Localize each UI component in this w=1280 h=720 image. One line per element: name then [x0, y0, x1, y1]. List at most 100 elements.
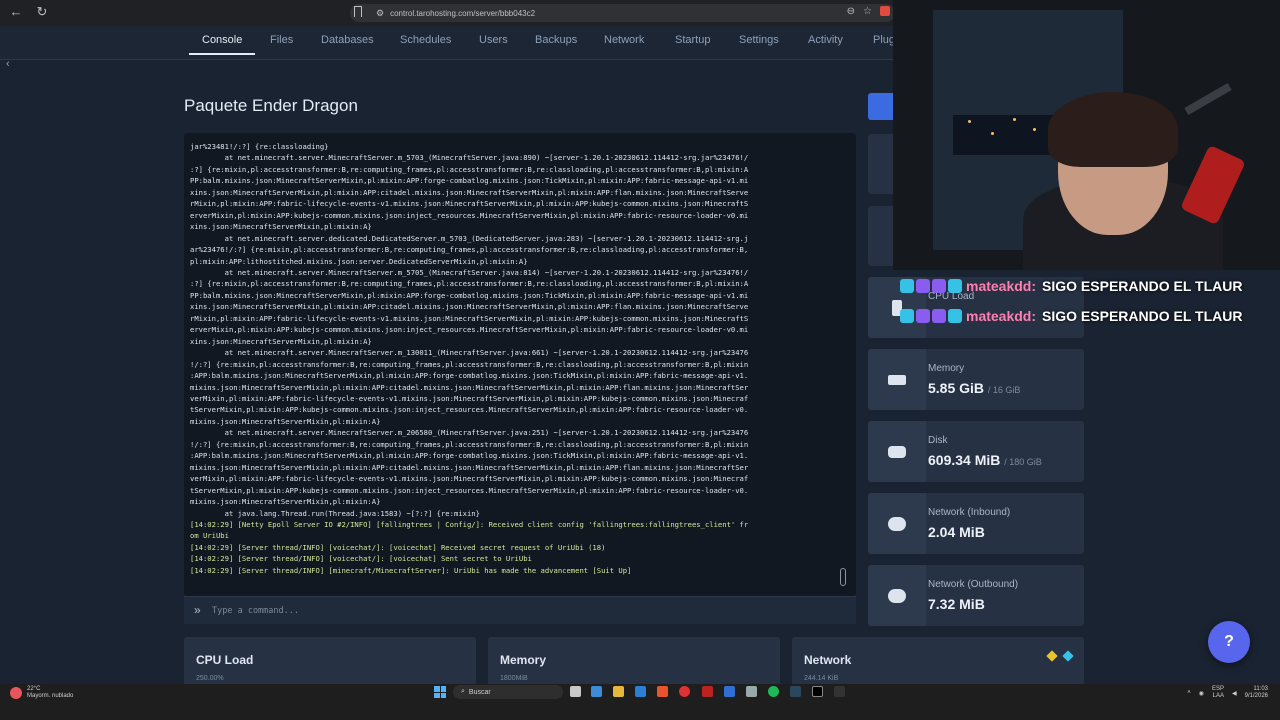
console-line: !/:?] {re:mixin,pl:accesstransformer:B,r… [190, 359, 749, 369]
console-line: tServerMixin,pl:mixin:APP:kubejs-common.… [190, 485, 749, 495]
console-line: ar%23476!/:?] {re:mixin,pl:accesstransfo… [190, 245, 749, 255]
console-output[interactable]: jar%23481!/:?] {re:classloading} at net.… [184, 133, 856, 596]
app-icon[interactable] [679, 686, 690, 697]
screen: ← ↻ ⚙ control.tarohosting.com/server/bbb… [0, 0, 1280, 720]
chat-badges [900, 279, 962, 293]
stat-value-text: 5.85 GiB [928, 380, 985, 396]
console-line: erverMixin,pl:mixin:APP:kubejs-common.mi… [190, 210, 749, 220]
help-button[interactable]: ? [1208, 621, 1250, 663]
app-icon[interactable] [746, 686, 757, 697]
stat-value: 609.34 MiB / 180 GiB [928, 452, 1042, 468]
steam-icon[interactable] [790, 686, 801, 697]
badge-icon [948, 279, 962, 293]
tab-network[interactable]: Network [604, 34, 644, 46]
site-info-icon[interactable]: ⚙ [376, 8, 384, 19]
arrow-left-icon[interactable]: ← [6, 4, 26, 19]
console-line: :APP:balm.mixins.json:MinecraftServerMix… [190, 451, 749, 461]
tab-files[interactable]: Files [270, 34, 293, 46]
console-line: [14:02:29] [Server thread/INFO] [voicech… [190, 554, 532, 564]
graph-axis-max: 1800MiB [500, 675, 528, 682]
spotify-icon[interactable] [768, 686, 779, 697]
graph-card-network: Network 244.14 KiB [792, 637, 1084, 687]
legend-outbound-icon [1062, 650, 1074, 662]
app-icon[interactable] [834, 686, 845, 697]
badge-icon [932, 279, 946, 293]
bookmark-icon[interactable] [354, 6, 362, 17]
stat-value-text: 609.34 MiB [928, 452, 1001, 468]
console-line: at net.minecraft.server.MinecraftServer.… [190, 153, 749, 163]
graph-title: CPU Load [196, 653, 254, 667]
console-line: [14:02:29] [Netty Epoll Server IO #2/INF… [190, 519, 749, 529]
tab-activity[interactable]: Activity [808, 34, 843, 46]
network-icon[interactable]: ◉ [1199, 690, 1204, 697]
tab-settings[interactable]: Settings [739, 34, 779, 46]
chat-message: mateakdd: SIGO ESPERANDO EL TLAUR [900, 306, 1242, 326]
console-line: om UriUbi [190, 531, 229, 541]
reload-icon[interactable]: ↻ [32, 4, 52, 20]
folder-icon[interactable] [613, 686, 624, 697]
console-line: pl:mixin:APP:lithostitched.mixins.json:s… [190, 256, 528, 266]
windows-start-icon[interactable] [434, 686, 446, 698]
brave-icon[interactable] [657, 686, 668, 697]
weather-text: 22°C Mayorm. nublado [27, 686, 73, 700]
zoom-icon[interactable]: ⊖ [847, 6, 855, 17]
stat-label: Disk [928, 435, 948, 446]
badge-icon [916, 309, 930, 323]
chevron-up-icon[interactable]: ˄ [1187, 690, 1191, 696]
lang-line-2: LAA [1212, 693, 1225, 699]
tab-plugins[interactable]: Plug [873, 34, 895, 46]
app-icon[interactable] [724, 686, 735, 697]
task-view-icon[interactable] [570, 686, 581, 697]
tab-backups[interactable]: Backups [535, 34, 577, 46]
clock[interactable]: 11:03 9/1/2026 [1245, 686, 1268, 700]
stat-label: Network (Outbound) [928, 579, 1019, 590]
console-line: mixins.json:MinecraftServerMixin,pl:mixi… [190, 416, 381, 426]
stat-card-network-outbound: Network (Outbound) 7.32 MiB [868, 565, 1084, 626]
console-line: xins.json:MinecraftServerMixin,pl:mixin:… [190, 302, 749, 312]
stat-max: / 16 GiB [987, 385, 1021, 395]
stat-value: 5.85 GiB / 16 GiB [928, 380, 1020, 396]
webcam-person-hair [1048, 92, 1178, 167]
microphone [1180, 144, 1246, 226]
tab-console[interactable]: Console [202, 34, 242, 46]
stat-max: / 180 GiB [1004, 457, 1042, 467]
disk-icon [868, 421, 926, 482]
url-text: control.tarohosting.com/server/bbb043c2 [390, 8, 536, 18]
graph-title: Network [804, 653, 852, 667]
console-line: PP:balm.mixins.json:MinecraftServerMixin… [190, 176, 749, 186]
edge-icon[interactable] [635, 686, 646, 697]
tab-users[interactable]: Users [479, 34, 508, 46]
input-language[interactable]: ESP LAA [1212, 686, 1224, 700]
lang-line-1: ESP [1212, 686, 1225, 692]
console-line: erverMixin,pl:mixin:APP:kubejs-common.mi… [190, 325, 749, 335]
city-light [1033, 128, 1036, 131]
mic-arm [1184, 83, 1232, 115]
tab-schedules[interactable]: Schedules [400, 34, 451, 46]
cloud-upload-icon [868, 565, 926, 626]
command-input[interactable] [212, 602, 832, 620]
app-icon[interactable] [702, 686, 713, 697]
stat-value: 2.04 MiB [928, 524, 985, 540]
console-line: at java.lang.Thread.run(Thread.java:1583… [190, 508, 480, 518]
console-line: tServerMixin,pl:mixin:APP:kubejs-common.… [190, 405, 749, 415]
address-bar[interactable]: ⚙ control.tarohosting.com/server/bbb043c… [350, 4, 895, 22]
stat-card-network-inbound: Network (Inbound) 2.04 MiB [868, 493, 1084, 554]
stat-label: Memory [928, 363, 965, 374]
tab-databases[interactable]: Databases [321, 34, 374, 46]
url-tools: ⊖ ☆ [847, 6, 890, 17]
extension-icon[interactable] [880, 6, 890, 16]
graph-legend [1046, 650, 1074, 662]
app-icon[interactable] [812, 686, 823, 697]
volume-icon[interactable]: ◀ [1232, 690, 1237, 697]
taskbar-search[interactable]: ⌕ Buscar [453, 685, 563, 699]
console-lines: jar%23481!/:?] {re:classloading} at net.… [190, 141, 840, 576]
chevron-left-icon[interactable]: ‹ [6, 58, 10, 70]
star-icon[interactable]: ☆ [863, 6, 872, 17]
console-line: verMixin,pl:mixin:APP:fabric-lifecycle-e… [190, 474, 749, 484]
badge-icon [900, 279, 914, 293]
weather-widget[interactable]: 22°C Mayorm. nublado [10, 686, 73, 700]
scroll-to-bottom-icon[interactable] [840, 568, 846, 586]
stat-card-memory: Memory 5.85 GiB / 16 GiB [868, 349, 1084, 410]
tab-startup[interactable]: Startup [675, 34, 710, 46]
app-icon[interactable] [591, 686, 602, 697]
